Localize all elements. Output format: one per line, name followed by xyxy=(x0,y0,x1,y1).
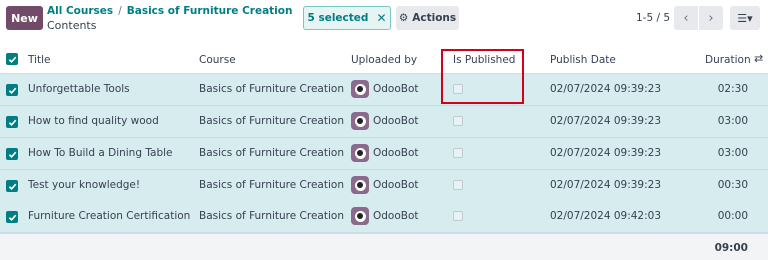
row-title: Unforgettable Tools xyxy=(28,83,130,95)
pager-previous-button[interactable]: ‹ xyxy=(674,6,698,30)
optional-columns-icon[interactable]: ⇄ xyxy=(754,52,763,65)
breadcrumb-separator: / xyxy=(118,5,122,17)
row-publish-date: 02/07/2024 09:39:23 xyxy=(550,83,662,95)
selection-badge: 5 selected ✕ xyxy=(303,6,391,30)
is-published-checkbox xyxy=(453,211,463,221)
row-title: How To Build a Dining Table xyxy=(28,147,173,159)
is-published-checkbox xyxy=(453,84,463,94)
view-switcher-button[interactable]: ☰▾ xyxy=(730,6,760,30)
row-uploaded-by: OdooBot xyxy=(373,179,419,191)
row-course: Basics of Furniture Creation xyxy=(199,179,344,191)
actions-label: Actions xyxy=(412,12,457,24)
row-duration: 00:30 xyxy=(717,179,748,191)
row-publish-date: 02/07/2024 09:39:23 xyxy=(550,179,662,191)
header-duration[interactable]: Duration xyxy=(705,54,751,66)
row-uploaded-by: OdooBot xyxy=(373,147,419,159)
gear-icon: ⚙ xyxy=(398,12,409,24)
page-title: Contents xyxy=(47,19,97,32)
row-course: Basics of Furniture Creation xyxy=(199,83,344,95)
row-course: Basics of Furniture Creation xyxy=(199,115,344,127)
row-title: Test your knowledge! xyxy=(28,179,141,191)
row-checkbox[interactable] xyxy=(6,116,18,128)
total-duration: 09:00 xyxy=(714,242,748,254)
header-publish-date[interactable]: Publish Date xyxy=(550,54,616,66)
header-course[interactable]: Course xyxy=(199,54,236,66)
breadcrumb: All Courses / Basics of Furniture Creation xyxy=(47,5,292,17)
row-publish-date: 02/07/2024 09:39:23 xyxy=(550,147,662,159)
row-duration: 03:00 xyxy=(717,115,748,127)
avatar xyxy=(351,80,369,98)
breadcrumb-course[interactable]: Basics of Furniture Creation xyxy=(127,5,293,17)
header-title[interactable]: Title xyxy=(28,54,51,66)
is-published-checkbox xyxy=(453,180,463,190)
row-duration: 03:00 xyxy=(717,147,748,159)
header-uploaded-by[interactable]: Uploaded by xyxy=(351,54,417,66)
avatar xyxy=(351,207,369,225)
row-title: Furniture Creation Certification xyxy=(28,210,191,222)
control-panel: New All Courses / Basics of Furniture Crea… xyxy=(0,0,768,42)
row-uploaded-by: OdooBot xyxy=(373,115,419,127)
list-view-icon: ☰▾ xyxy=(737,11,753,25)
table-row[interactable]: Unforgettable Tools Basics of Furniture … xyxy=(0,74,768,106)
avatar xyxy=(351,176,369,194)
table-header: Title Course Uploaded by Is Published Pu… xyxy=(0,45,768,74)
is-published-checkbox xyxy=(453,116,463,126)
table-row[interactable]: How To Build a Dining Table Basics of Fu… xyxy=(0,138,768,170)
header-is-published[interactable]: Is Published xyxy=(453,54,515,66)
row-duration: 02:30 xyxy=(717,83,748,95)
breadcrumb-all-courses[interactable]: All Courses xyxy=(47,5,113,17)
new-button[interactable]: New xyxy=(6,6,43,30)
row-uploaded-by: OdooBot xyxy=(373,83,419,95)
row-title: How to find quality wood xyxy=(28,115,159,127)
avatar xyxy=(351,144,369,162)
is-published-checkbox xyxy=(453,148,463,158)
row-publish-date: 02/07/2024 09:42:03 xyxy=(550,210,662,222)
select-all-checkbox[interactable] xyxy=(6,53,18,65)
table-footer: 09:00 xyxy=(0,233,768,260)
row-duration: 00:00 xyxy=(717,210,748,222)
row-checkbox[interactable] xyxy=(6,211,18,223)
actions-button[interactable]: ⚙ Actions xyxy=(396,6,459,30)
table-row[interactable]: Test your knowledge! Basics of Furniture… xyxy=(0,170,768,202)
table-row[interactable]: How to find quality wood Basics of Furni… xyxy=(0,106,768,138)
row-publish-date: 02/07/2024 09:39:23 xyxy=(550,115,662,127)
close-icon[interactable]: ✕ xyxy=(376,11,386,25)
row-course: Basics of Furniture Creation xyxy=(199,210,344,222)
selected-count: 5 selected xyxy=(307,12,369,24)
row-checkbox[interactable] xyxy=(6,84,18,96)
row-uploaded-by: OdooBot xyxy=(373,210,419,222)
row-checkbox[interactable] xyxy=(6,180,18,192)
row-course: Basics of Furniture Creation xyxy=(199,147,344,159)
chevron-right-icon: › xyxy=(708,10,714,26)
row-checkbox[interactable] xyxy=(6,148,18,160)
pager-next-button[interactable]: › xyxy=(699,6,723,30)
table-row[interactable]: Furniture Creation Certification Basics … xyxy=(0,201,768,233)
chevron-left-icon: ‹ xyxy=(683,10,689,26)
avatar xyxy=(351,112,369,130)
pager-value[interactable]: 1-5 / 5 xyxy=(636,12,670,24)
